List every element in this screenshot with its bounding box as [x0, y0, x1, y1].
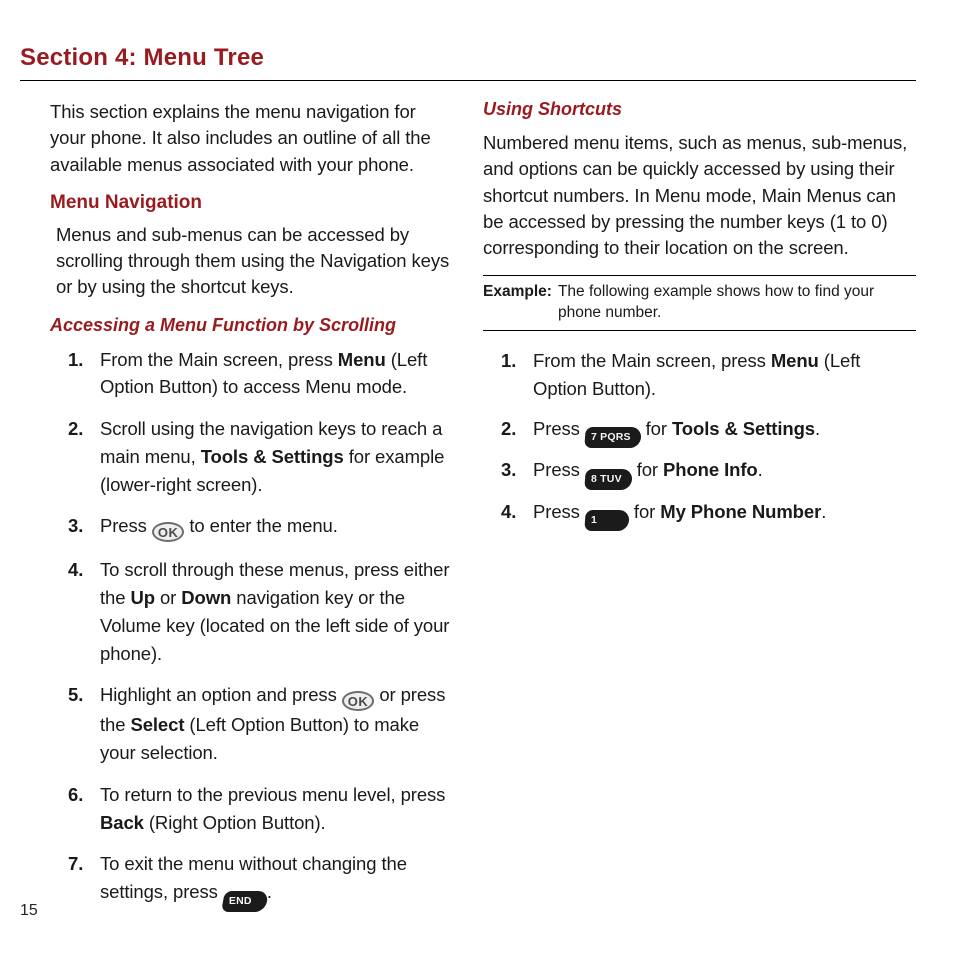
example-text: The following example shows how to find … [558, 282, 916, 324]
section-rule [20, 80, 916, 81]
step-text: . [815, 418, 820, 439]
step-text: (Right Option Button). [144, 812, 326, 833]
step-text: . [758, 459, 763, 480]
step-item: Scroll using the navigation keys to reac… [50, 415, 453, 498]
step-item: From the Main screen, press Menu (Left O… [50, 346, 453, 402]
menu-nav-paragraph: Menus and sub-menus can be accessed by s… [50, 222, 453, 301]
step-text: for [634, 501, 660, 522]
step-text: for [637, 459, 663, 480]
bold-text: Select [130, 714, 184, 735]
bold-text: My Phone Number [660, 501, 821, 522]
bold-text: Tools & Settings [201, 446, 344, 467]
heading-menu-navigation: Menu Navigation [50, 192, 453, 214]
key-8-icon: 8 TUV [584, 469, 632, 490]
step-item: Press 8 TUV for Phone Info. [483, 458, 916, 490]
two-column-layout: This section explains the menu navigatio… [20, 99, 916, 926]
column-right: Using Shortcuts Numbered menu items, suc… [483, 99, 916, 926]
end-key-icon: END [221, 891, 269, 912]
column-left: This section explains the menu navigatio… [20, 99, 453, 926]
step-item: Press 1 for My Phone Number. [483, 500, 916, 532]
step-item: From the Main screen, press Menu (Left O… [483, 347, 916, 403]
bold-text: Menu [771, 350, 819, 371]
heading-accessing-scrolling: Accessing a Menu Function by Scrolling [50, 315, 453, 336]
step-text: to enter the menu. [189, 515, 337, 536]
step-item: Press 7 PQRS for Tools & Settings. [483, 417, 916, 449]
step-text: From the Main screen, press [100, 349, 338, 370]
step-text: . [267, 881, 272, 902]
example-box: Example: The following example shows how… [483, 275, 916, 331]
example-label: Example: [483, 282, 558, 324]
shortcuts-paragraph: Numbered menu items, such as menus, sub-… [483, 130, 916, 261]
step-text: Highlight an option and press [100, 684, 342, 705]
step-item: To exit the menu without changing the se… [50, 850, 453, 912]
bold-text: Up [130, 587, 154, 608]
step-text: Press [100, 515, 152, 536]
ok-key-icon: OK [152, 522, 185, 542]
step-item: To scroll through these menus, press eit… [50, 556, 453, 667]
step-item: To return to the previous menu level, pr… [50, 781, 453, 837]
bold-text: Tools & Settings [672, 418, 815, 439]
step-text: Press [533, 418, 585, 439]
bold-text: Down [181, 587, 231, 608]
step-text: for [646, 418, 672, 439]
step-text: Press [533, 459, 585, 480]
steps-shortcut-example: From the Main screen, press Menu (Left O… [483, 347, 916, 531]
key-1-icon: 1 [584, 510, 629, 531]
section-title: Section 4: Menu Tree [20, 44, 916, 72]
step-text: To return to the previous menu level, pr… [100, 784, 445, 805]
heading-using-shortcuts: Using Shortcuts [483, 99, 916, 120]
step-text: From the Main screen, press [533, 350, 771, 371]
steps-access-scrolling: From the Main screen, press Menu (Left O… [50, 346, 453, 913]
ok-key-icon: OK [342, 691, 375, 711]
step-item: Highlight an option and press OK or pres… [50, 681, 453, 767]
step-text: Press [533, 501, 585, 522]
bold-text: Menu [338, 349, 386, 370]
step-text: or [155, 587, 181, 608]
step-text: . [821, 501, 826, 522]
bold-text: Phone Info [663, 459, 758, 480]
step-item: Press OK to enter the menu. [50, 512, 453, 542]
page-number: 15 [20, 902, 38, 920]
intro-paragraph: This section explains the menu navigatio… [50, 99, 453, 178]
manual-page: Section 4: Menu Tree This section explai… [0, 0, 954, 954]
key-7-icon: 7 PQRS [584, 427, 641, 448]
bold-text: Back [100, 812, 144, 833]
